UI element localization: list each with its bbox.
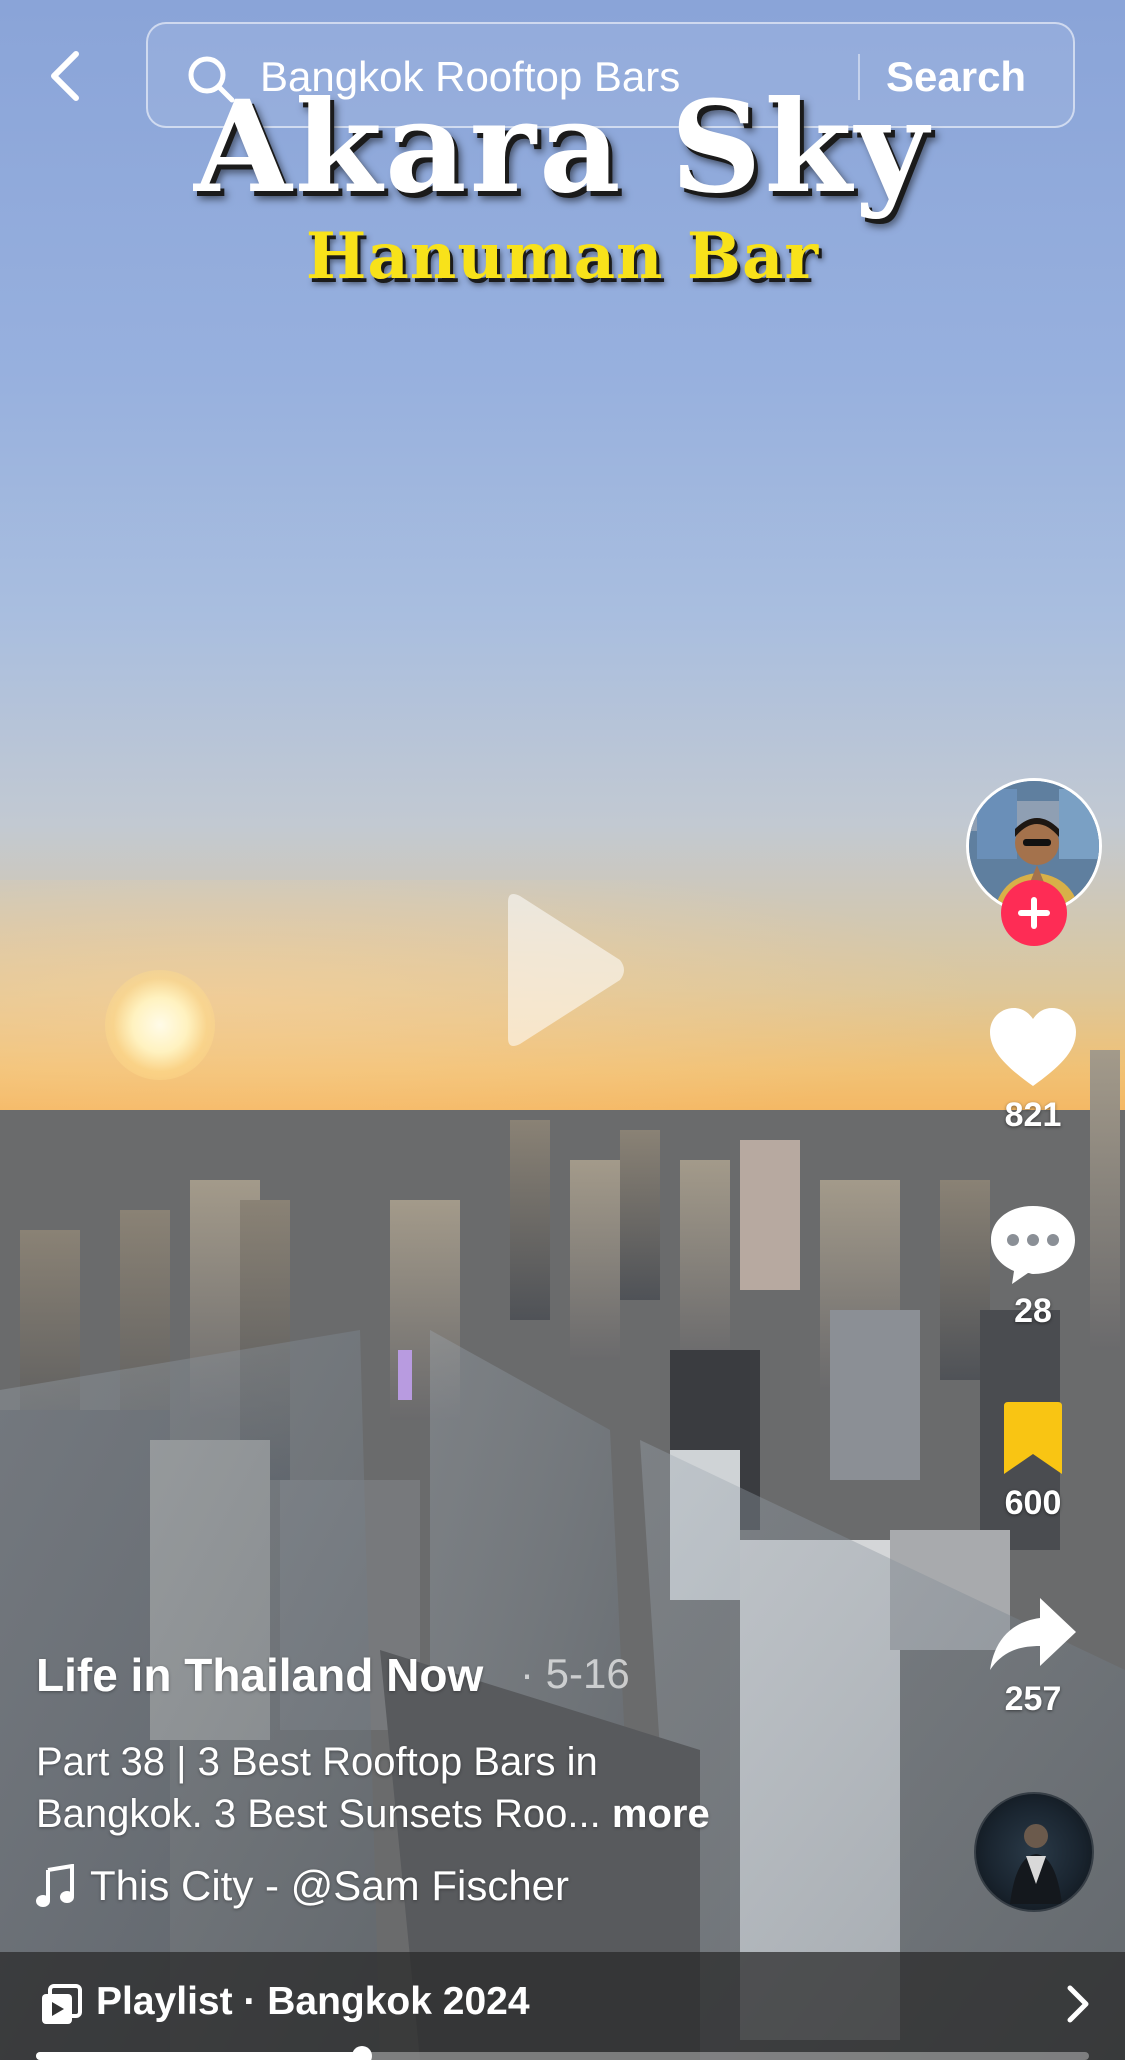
playlist-label: Playlist · Bangkok 2024 (96, 1980, 530, 2023)
share-count: 257 (1004, 1680, 1062, 1718)
video-subtitle-overlay: Hanuman Bar (305, 219, 820, 294)
follow-button[interactable] (1001, 880, 1067, 946)
post-caption[interactable]: Part 38 | 3 Best Rooftop Bars in Bangkok… (36, 1736, 936, 1840)
play-icon[interactable] (498, 890, 628, 1050)
video-progress-fill (36, 2052, 363, 2060)
comment-count: 28 (1014, 1292, 1052, 1330)
share-icon (990, 1598, 1076, 1670)
playlist-icon (42, 1984, 82, 2024)
caption-line-2: Bangkok. 3 Best Sunsets Roo... more (36, 1788, 936, 1840)
plus-icon (1018, 897, 1050, 929)
share-button[interactable]: 257 (975, 1594, 1091, 1719)
save-button[interactable]: 600 (975, 1400, 1091, 1523)
post-date: · 5-16 (520, 1650, 630, 1697)
video-progress-bar[interactable] (36, 2046, 1089, 2060)
sound-name: This City - @Sam Fischer (90, 1862, 570, 1909)
caption-line-2-text: Bangkok. 3 Best Sunsets Roo... (36, 1792, 601, 1836)
album-cover (1010, 1824, 1062, 1904)
save-count: 600 (1004, 1484, 1062, 1522)
music-note-icon (36, 1864, 74, 1907)
caption-more-link[interactable]: more (612, 1792, 710, 1836)
comment-icon (991, 1206, 1075, 1284)
sound-link[interactable]: This City - @Sam Fischer (36, 1862, 569, 1910)
author-name[interactable]: Life in Thailand Now (36, 1648, 483, 1702)
video-progress-knob[interactable] (352, 2046, 373, 2060)
like-button[interactable]: 821 (975, 1006, 1091, 1135)
like-count: 821 (1004, 1096, 1062, 1134)
caption-line-1: Part 38 | 3 Best Rooftop Bars in (36, 1740, 598, 1784)
music-disc[interactable] (974, 1792, 1094, 1912)
bookmark-icon (1004, 1402, 1062, 1474)
comment-button[interactable]: 28 (975, 1202, 1091, 1331)
video-title-overlay: Akara Sky (193, 73, 932, 221)
chevron-right-icon (1067, 1985, 1089, 2023)
heart-icon (990, 1008, 1076, 1086)
playlist-bar[interactable]: Playlist · Bangkok 2024 (0, 1952, 1125, 2060)
